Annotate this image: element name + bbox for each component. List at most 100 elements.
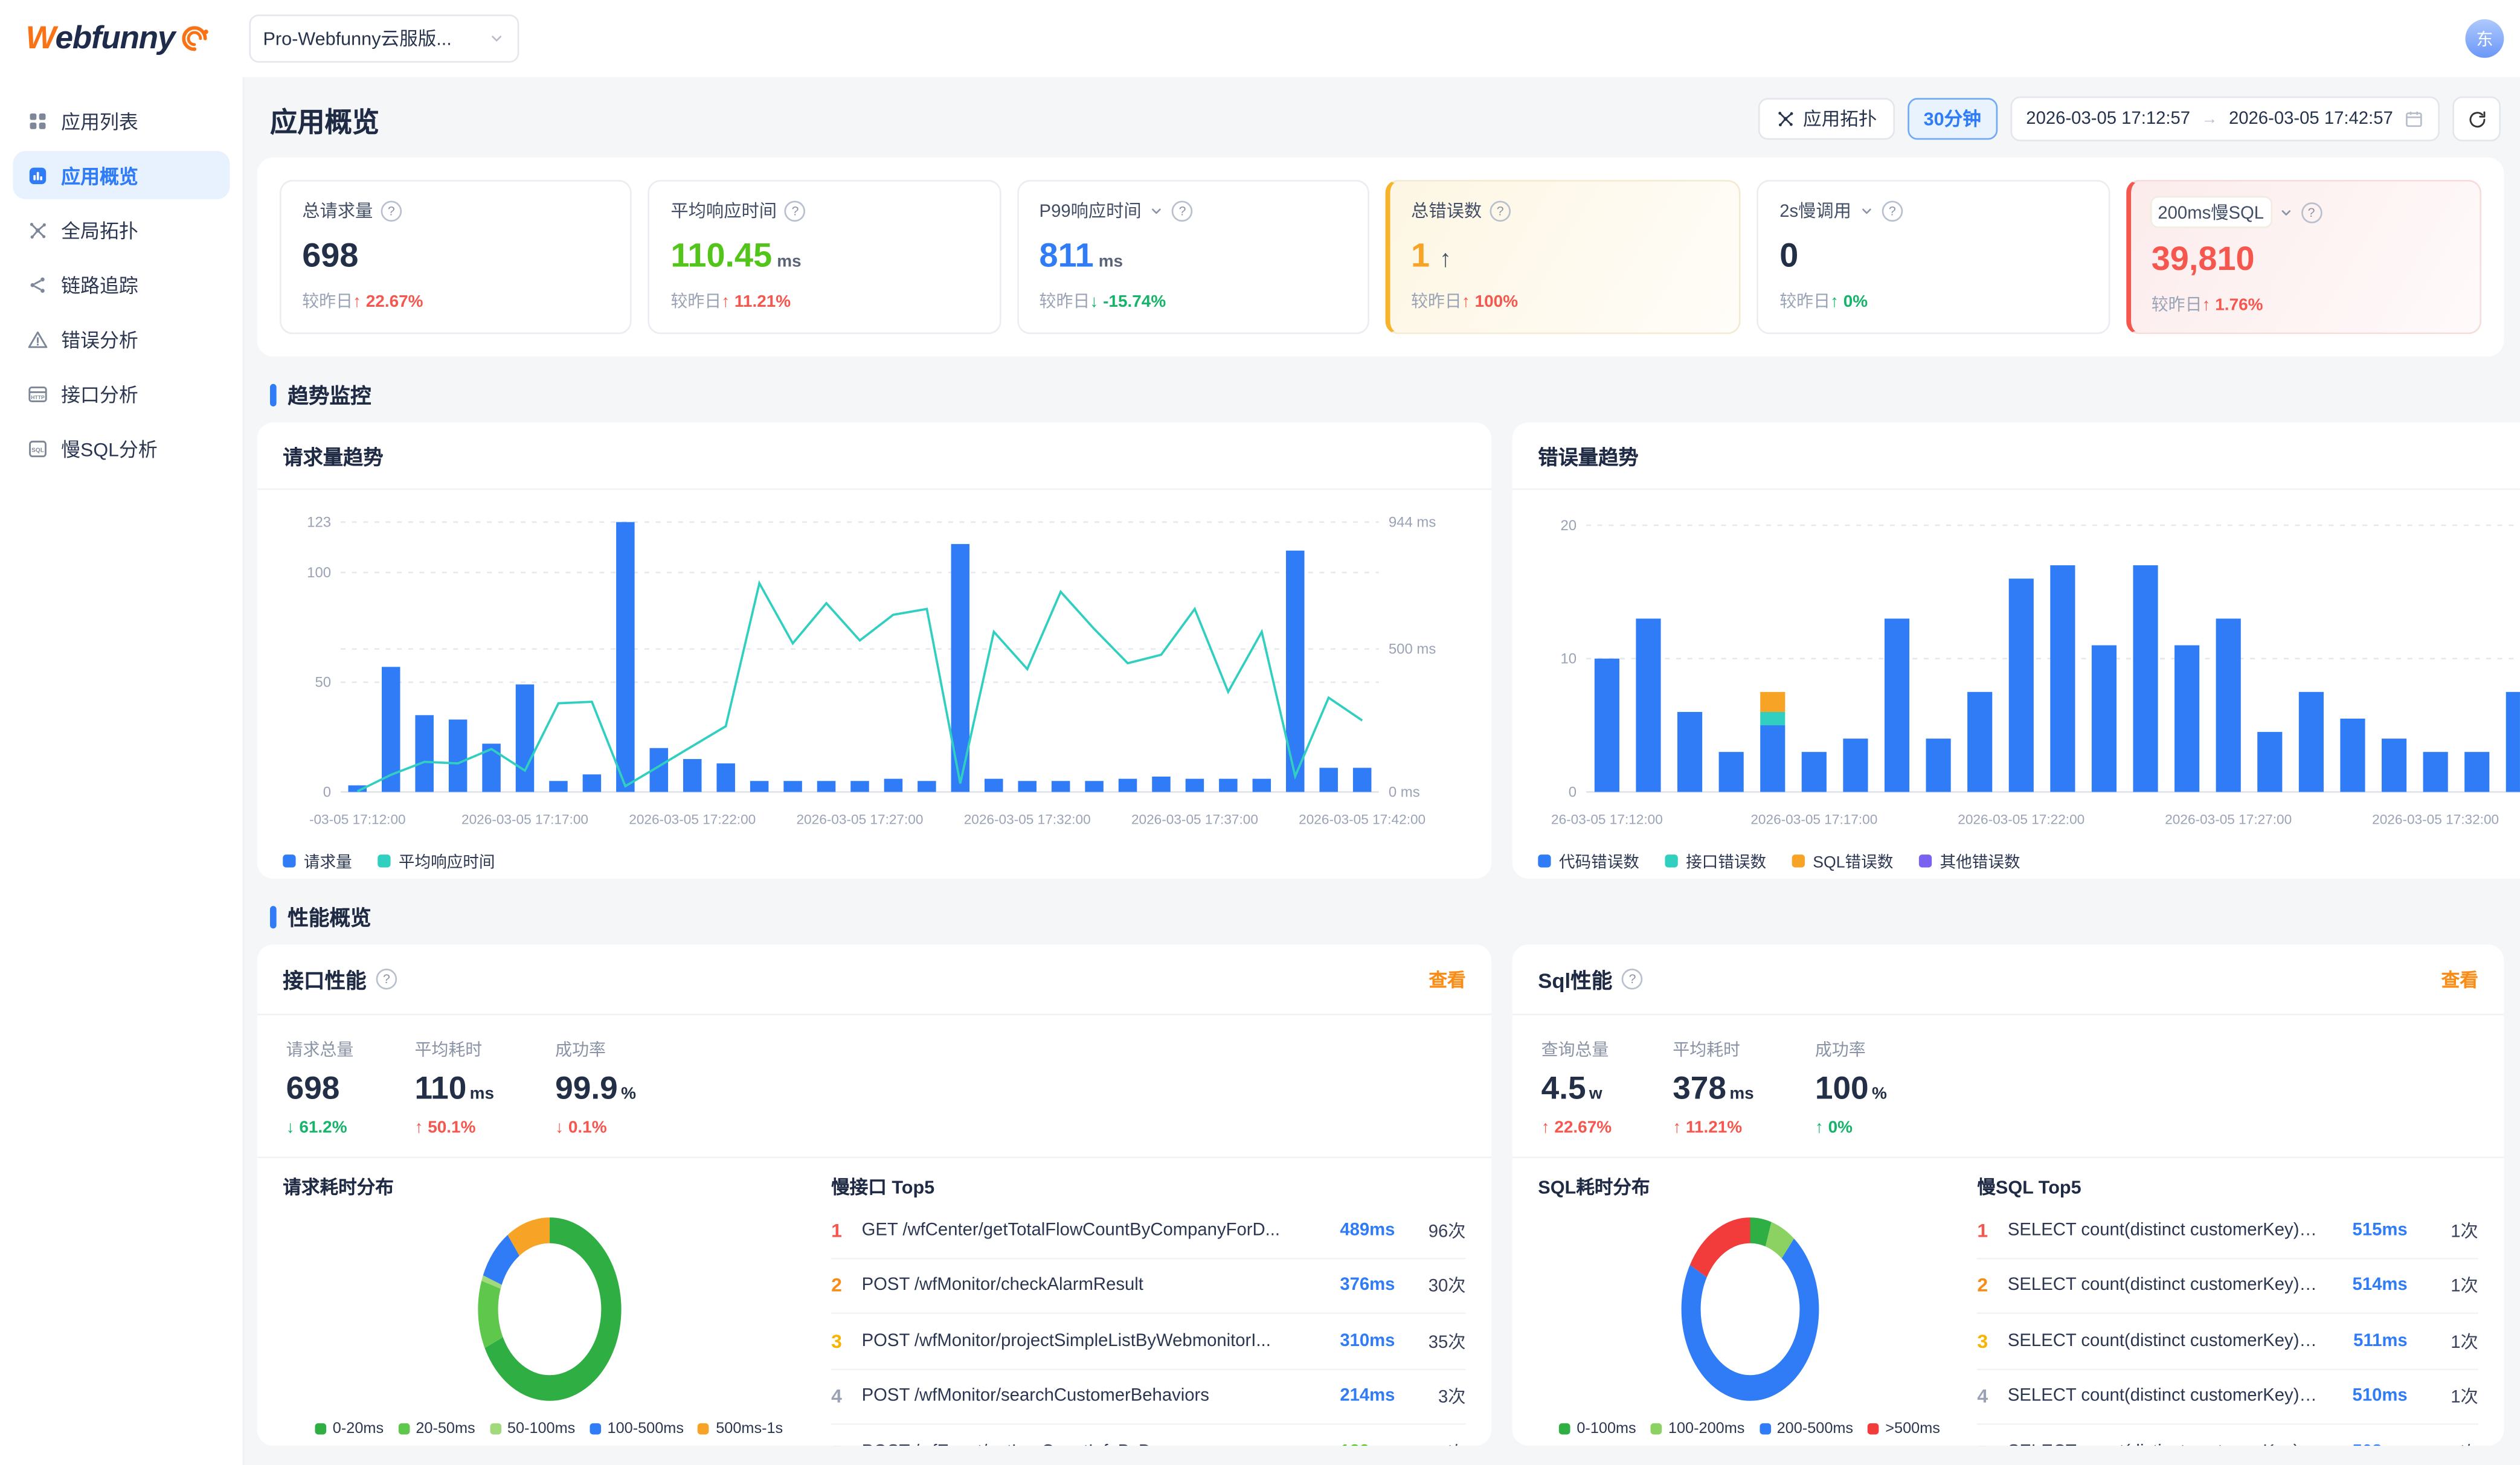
top5-row[interactable]: 4 POST /wfMonitor/searchCustomerBehavior… <box>831 1370 1465 1425</box>
top5-row[interactable]: 3 POST /wfMonitor/projectSimpleListByWeb… <box>831 1314 1465 1370</box>
svg-text:2026-03-05 17:32:00: 2026-03-05 17:32:00 <box>964 812 1091 827</box>
sidebar-item-应用概览[interactable]: 应用概览 <box>13 151 230 199</box>
rank-badge: 1 <box>831 1219 849 1241</box>
top5-row[interactable]: 5 SELECT count(distinct customerKey) as … <box>1977 1425 2478 1446</box>
sidebar-item-错误分析[interactable]: 错误分析 <box>13 315 230 363</box>
svg-text:0 ms: 0 ms <box>1389 784 1420 800</box>
legend-item[interactable]: 其他错误数 <box>1919 848 2020 873</box>
legend-item[interactable]: >500ms <box>1868 1420 1940 1438</box>
app-topology-button[interactable]: 应用拓扑 <box>1758 98 1895 139</box>
topology-icon <box>27 219 48 240</box>
stat-title: 总错误数 <box>1411 197 1482 223</box>
help-icon[interactable]: ? <box>1172 200 1193 221</box>
help-icon[interactable]: ? <box>1490 200 1511 221</box>
legend-item[interactable]: 100-200ms <box>1651 1420 1745 1438</box>
logo-w: W <box>26 20 56 57</box>
svg-text:123: 123 <box>307 515 331 531</box>
sql-duration-donut[interactable] <box>1673 1207 1827 1420</box>
stat-value: 0↑ <box>1779 238 2087 277</box>
rank-badge: 1 <box>1977 1219 1994 1241</box>
app-selector[interactable]: Pro-Webfunny云服版... <box>249 14 519 63</box>
legend-item[interactable]: 0-20ms <box>315 1420 384 1438</box>
main-content: 应用概览 应用拓扑 30分钟 2026-03-05 17:12:57 <box>244 77 2520 1465</box>
perf-stat: 平均耗时 378ms ↑ 11.21% <box>1673 1037 1754 1137</box>
top5-duration: 515ms <box>2333 1220 2407 1240</box>
stat-title: 200ms慢SQL <box>2152 197 2271 226</box>
time-range-button[interactable]: 30分钟 <box>1908 98 1997 139</box>
help-icon[interactable]: ? <box>2301 202 2322 223</box>
top5-row[interactable]: 4 SELECT count(distinct customerKey) as … <box>1977 1370 2478 1425</box>
legend-item[interactable]: 50-100ms <box>490 1420 576 1438</box>
stat-value: 1↑ <box>1411 238 1718 277</box>
slow-sql-top5-list: 1 SELECT count(distinct customerKey) as … <box>1977 1203 2478 1446</box>
top5-text: SELECT count(distinct customerKey) as co… <box>2008 1442 2321 1446</box>
sidebar-item-应用列表[interactable]: 应用列表 <box>13 97 230 145</box>
chevron-down-icon[interactable] <box>1149 204 1164 218</box>
stat-delta: 较昨日↑ 1.76% <box>2152 292 2459 316</box>
top5-count: 1次 <box>2420 1383 2478 1409</box>
top5-duration: 510ms <box>2333 1386 2407 1406</box>
overview-chart-icon <box>27 165 48 186</box>
perf-stat: 平均耗时 110ms ↑ 50.1% <box>414 1037 494 1137</box>
error-trend-chart[interactable]: 0102026-03-05 17:12:002026-03-05 17:17:0… <box>1512 490 2520 845</box>
request-trend-chart[interactable]: 0501001230 ms500 ms944 ms-03-05 17:12:00… <box>257 490 1491 845</box>
legend-item[interactable]: 20-50ms <box>398 1420 475 1438</box>
request-duration-donut[interactable] <box>469 1207 629 1420</box>
svg-text:2026-03-05 17:37:00: 2026-03-05 17:37:00 <box>1131 812 1258 827</box>
rank-badge: 3 <box>831 1330 849 1352</box>
sql-view-link[interactable]: 查看 <box>2441 966 2478 992</box>
svg-text:26-03-05 17:12:00: 26-03-05 17:12:00 <box>1551 812 1663 827</box>
slow-sql-top5-title: 慢SQL Top5 <box>1977 1175 2478 1201</box>
top5-duration: 489ms <box>1321 1220 1395 1240</box>
rank-badge: 3 <box>1977 1330 1994 1352</box>
interface-view-link[interactable]: 查看 <box>1429 966 1465 992</box>
top5-text: POST /wfMonitor/checkAlarmResult <box>862 1276 1308 1295</box>
top5-count: 1次 <box>2420 1328 2478 1354</box>
top5-row[interactable]: 1 GET /wfCenter/getTotalFlowCountByCompa… <box>831 1203 1465 1258</box>
legend-item[interactable]: 0-100ms <box>1559 1420 1636 1438</box>
sidebar-item-慢SQL分析[interactable]: SQL 慢SQL分析 <box>13 424 230 472</box>
top5-row[interactable]: 2 SELECT count(distinct customerKey) as … <box>1977 1258 2478 1314</box>
top5-row[interactable]: 3 SELECT count(distinct customerKey) as … <box>1977 1314 2478 1370</box>
svg-text:2026-03-05 17:17:00: 2026-03-05 17:17:00 <box>1750 812 1877 827</box>
error-trend-legend: 代码错误数 接口错误数 SQL错误数其他错误数 <box>1512 845 2520 879</box>
sidebar-item-链路追踪[interactable]: 链路追踪 <box>13 260 230 309</box>
legend-item[interactable]: 平均响应时间 <box>378 848 495 873</box>
date-range-picker[interactable]: 2026-03-05 17:12:57 → 2026-03-05 17:42:5… <box>2010 97 2440 141</box>
top5-row[interactable]: 5 POST /wfEvent/getLogCountInfoByDay 129… <box>831 1425 1465 1446</box>
chevron-down-icon[interactable] <box>2278 205 2293 219</box>
calendar-icon <box>2404 109 2423 129</box>
svg-text:HTTP: HTTP <box>31 394 45 400</box>
help-icon[interactable]: ? <box>376 969 397 990</box>
sidebar-item-接口分析[interactable]: HTTP 接口分析 <box>13 370 230 418</box>
top5-count: 1次 <box>2420 1439 2478 1446</box>
help-icon[interactable]: ? <box>785 200 806 221</box>
legend-item[interactable]: 接口错误数 <box>1665 848 1766 873</box>
stat-value: 811ms↑ <box>1040 238 1347 277</box>
stat-delta: 较昨日↑ 22.67% <box>302 289 609 313</box>
toolbar-controls: 应用拓扑 30分钟 2026-03-05 17:12:57 → 2026-03-… <box>1758 97 2501 141</box>
avatar[interactable]: 东 <box>2466 19 2504 58</box>
legend-item[interactable]: 100-500ms <box>590 1420 684 1438</box>
top5-row[interactable]: 2 POST /wfMonitor/checkAlarmResult 376ms… <box>831 1258 1465 1314</box>
legend-item[interactable]: 请求量 <box>283 848 352 873</box>
svg-text:2026-03-05 17:27:00: 2026-03-05 17:27:00 <box>2165 812 2292 827</box>
legend-item[interactable]: SQL错误数 <box>1792 848 1894 873</box>
top5-text: SELECT count(distinct customerKey) as co… <box>2008 1220 2321 1240</box>
sidebar-item-全局拓扑[interactable]: 全局拓扑 <box>13 205 230 254</box>
help-icon[interactable]: ? <box>381 200 402 221</box>
help-icon[interactable]: ? <box>1622 969 1643 990</box>
svg-text:2026-03-05 17:27:00: 2026-03-05 17:27:00 <box>796 812 923 827</box>
sidebar: 应用列表 应用概览 全局拓扑 链路追踪 错误分析 HTTP 接口分析 SQL 慢… <box>0 77 244 1465</box>
legend-item[interactable]: 500ms-1s <box>698 1420 783 1438</box>
webfunny-logo[interactable]: Webfunny <box>26 20 210 57</box>
chevron-down-icon[interactable] <box>1859 204 1874 218</box>
refresh-button[interactable] <box>2452 97 2501 141</box>
legend-item[interactable]: 代码错误数 <box>1538 848 1639 873</box>
logo-text: ebfunny <box>56 20 175 57</box>
error-trend-title: 错误量趋势 <box>1512 423 2520 490</box>
request-trend-card: 请求量趋势 0501001230 ms500 ms944 ms-03-05 17… <box>257 423 1491 879</box>
legend-item[interactable]: 200-500ms <box>1759 1420 1853 1438</box>
top5-row[interactable]: 1 SELECT count(distinct customerKey) as … <box>1977 1203 2478 1258</box>
help-icon[interactable]: ? <box>1882 200 1903 221</box>
